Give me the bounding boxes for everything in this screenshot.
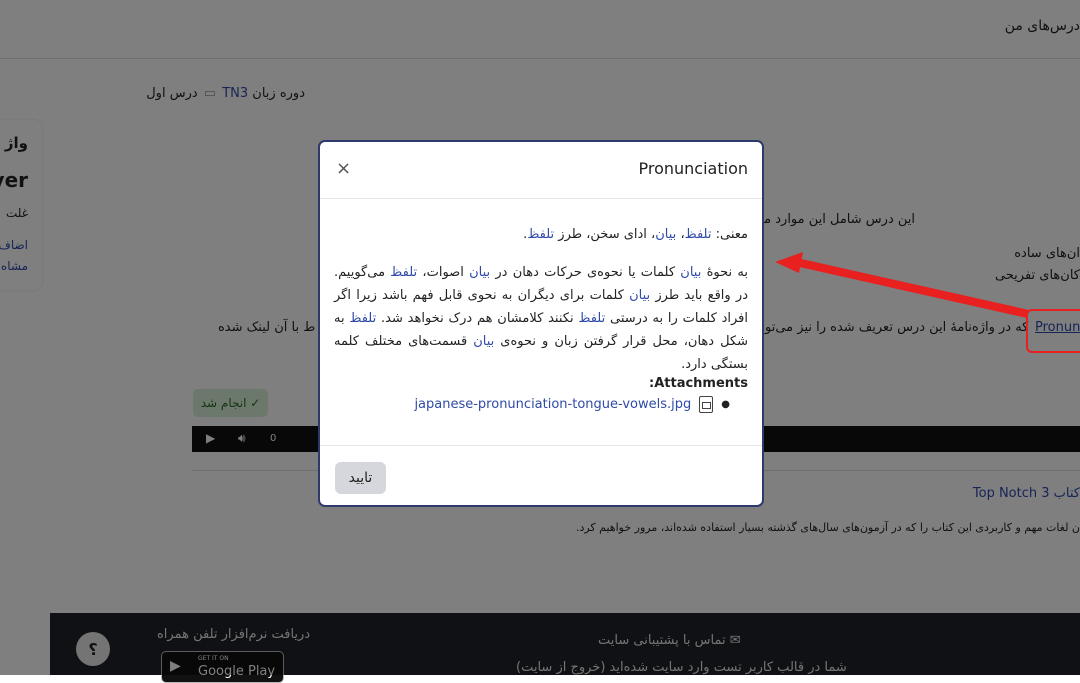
modal-body: معنی: تلفظ، بیان، ادای سخن، طرز تلفظ. به… (320, 199, 762, 444)
highlight-term: تلفظ (527, 227, 555, 242)
text-fragment: اصوات، (417, 265, 470, 280)
text-fragment: به نحوهٔ (701, 265, 748, 280)
highlight-term: بیان (655, 227, 677, 242)
attachments-title: Attachments: (649, 376, 748, 391)
text-fragment: ، ادای سخن، طرز (554, 227, 656, 242)
meaning-line: معنی: تلفظ، بیان، ادای سخن، طرز تلفظ. (523, 227, 748, 242)
annotation-arrow-shaft (795, 258, 1029, 318)
highlight-term: تلفظ (390, 265, 418, 280)
definition-paragraph: به نحوهٔ بیان کلمات یا نحوه‌ی حرکات دهان… (334, 261, 748, 376)
attachment-item: ● japanese-pronunciation-tongue-vowels.j… (414, 396, 730, 413)
text-fragment: ، (676, 227, 685, 242)
modal-header: Pronunciation × (320, 142, 762, 199)
bullet-icon: ● (721, 399, 730, 410)
meaning-prefix: معنی: (711, 227, 748, 242)
highlight-term: بیان (469, 265, 491, 280)
highlight-term: بیان (473, 334, 495, 349)
glossary-modal: Pronunciation × معنی: تلفظ، بیان، ادای س… (318, 140, 764, 507)
highlight-term: بیان (680, 265, 702, 280)
highlight-term: تلفظ (349, 311, 377, 326)
modal-title: Pronunciation (638, 159, 749, 178)
annotation-arrow-head (775, 252, 803, 273)
highlight-term: بیان (629, 288, 651, 303)
file-image-icon (699, 396, 714, 413)
highlight-box (1026, 309, 1080, 353)
highlight-term: تلفظ (684, 227, 712, 242)
attachment-link[interactable]: japanese-pronunciation-tongue-vowels.jpg (414, 397, 691, 412)
text-fragment: نکنند کلامشان هم درک نخواهد شد. (376, 311, 579, 326)
text-fragment: کلمات یا نحوه‌ی حرکات دهان در (490, 265, 681, 280)
close-icon[interactable]: × (336, 158, 351, 179)
highlight-term: تلفظ (578, 311, 606, 326)
confirm-button[interactable]: تایید (335, 462, 386, 494)
modal-footer: تایید (320, 445, 762, 508)
